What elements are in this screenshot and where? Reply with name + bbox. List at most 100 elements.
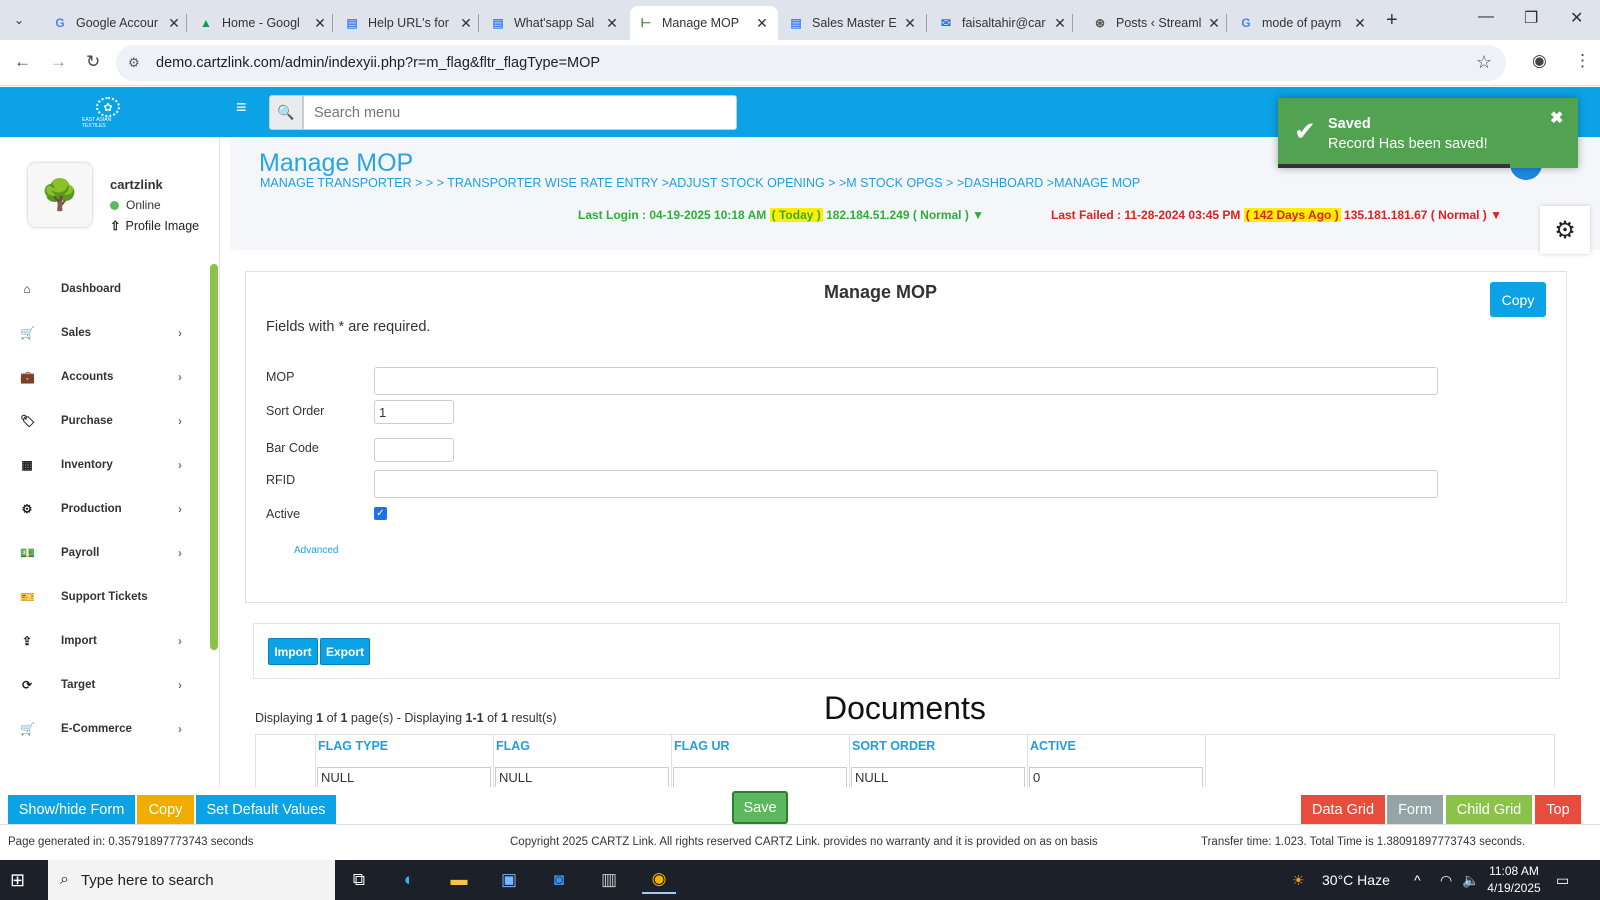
store-icon[interactable]: ▣ bbox=[492, 866, 526, 894]
sidebar-item-payroll[interactable]: 💵 Payroll › bbox=[0, 531, 200, 575]
close-tab-icon[interactable]: ✕ bbox=[604, 15, 620, 32]
sidebar-item-production[interactable]: ⚙ Production › bbox=[0, 487, 200, 531]
close-tab-icon[interactable]: ✕ bbox=[312, 15, 328, 32]
app-logo[interactable]: ✿ EAST ASIAN TEXTILES bbox=[82, 97, 134, 129]
volume-icon[interactable]: 🔈 bbox=[1462, 872, 1479, 889]
tray-chevron-icon[interactable]: ^ bbox=[1414, 872, 1421, 888]
data-grid-button[interactable]: Data Grid bbox=[1301, 795, 1385, 825]
address-bar-row: ← → ↻ ⚙ demo.cartzlink.com/admin/indexyi… bbox=[0, 40, 1600, 86]
weather-text[interactable]: 30°C Haze bbox=[1322, 872, 1390, 888]
forward-icon[interactable]: → bbox=[50, 52, 67, 72]
copy-button[interactable]: Copy bbox=[1490, 282, 1546, 317]
active-checkbox[interactable]: ✓ bbox=[374, 507, 387, 520]
hamburger-menu-icon[interactable]: ≡ bbox=[236, 97, 247, 118]
tab-search-chevron-icon[interactable]: ⌄ bbox=[6, 8, 32, 32]
advanced-link[interactable]: Advanced bbox=[294, 545, 338, 556]
edge-icon[interactable]: ◐ bbox=[392, 866, 426, 894]
mop-input[interactable] bbox=[374, 367, 1438, 395]
filter-active[interactable]: 0 bbox=[1029, 767, 1203, 789]
reload-icon[interactable]: ↻ bbox=[86, 52, 100, 72]
browser-menu-icon[interactable]: ⋮ bbox=[1574, 51, 1591, 71]
minimize-icon[interactable]: — bbox=[1478, 8, 1494, 26]
wifi-icon[interactable]: ◠ bbox=[1440, 872, 1452, 889]
browser-tab[interactable]: ⊛ Posts ‹ Streaml ✕ bbox=[1084, 6, 1230, 40]
outlook-icon[interactable]: ◙ bbox=[542, 866, 576, 894]
sort-order-input[interactable] bbox=[374, 400, 454, 424]
browser-tab-active[interactable]: ⊢ Manage MOP ✕ bbox=[630, 6, 778, 40]
taskbar-search[interactable]: ⌕ Type here to search bbox=[48, 860, 335, 900]
bar-code-input[interactable] bbox=[374, 438, 454, 462]
form-title: Manage MOP bbox=[824, 282, 938, 302]
column-header-flag[interactable]: FLAG bbox=[496, 739, 530, 753]
close-tab-icon[interactable]: ✕ bbox=[1352, 15, 1368, 32]
sidebar-item-dashboard[interactable]: ⌂ Dashboard bbox=[0, 267, 200, 311]
sidebar-item-target[interactable]: ⟳ Target › bbox=[0, 663, 200, 707]
file-explorer-icon[interactable]: ▬ bbox=[442, 866, 476, 894]
sidebar-item-inventory[interactable]: ▦ Inventory › bbox=[0, 443, 200, 487]
browser-tab[interactable]: ▤ Sales Master E ✕ bbox=[780, 6, 926, 40]
sidebar-item-sales[interactable]: 🛒 Sales › bbox=[0, 311, 200, 355]
column-header-flag-type[interactable]: FLAG TYPE bbox=[318, 739, 388, 753]
save-button[interactable]: Save bbox=[732, 791, 788, 824]
bookmark-star-icon[interactable]: ☆ bbox=[1476, 52, 1492, 73]
vnc-icon[interactable]: ▥ bbox=[592, 866, 626, 894]
sidebar-scrollbar[interactable] bbox=[210, 264, 218, 650]
breadcrumb[interactable]: MANAGE TRANSPORTER > > > TRANSPORTER WIS… bbox=[260, 176, 1140, 190]
search-icon[interactable]: 🔍 bbox=[269, 95, 303, 130]
sidebar-item-purchase[interactable]: 🏷 Purchase › bbox=[0, 399, 200, 443]
browser-tab[interactable]: G mode of paym ✕ bbox=[1230, 6, 1376, 40]
child-grid-button[interactable]: Child Grid bbox=[1446, 795, 1532, 825]
sidebar-item-support-tickets[interactable]: 🎫 Support Tickets bbox=[0, 575, 200, 619]
url-bar[interactable]: ⚙ demo.cartzlink.com/admin/indexyii.php?… bbox=[116, 45, 1506, 81]
search-menu-input[interactable] bbox=[303, 95, 737, 130]
sidebar-item-accounts[interactable]: 💼 Accounts › bbox=[0, 355, 200, 399]
notifications-icon[interactable]: ▭ bbox=[1556, 872, 1569, 889]
browser-tab[interactable]: ▲ Home - Googl ✕ bbox=[190, 6, 336, 40]
column-header-flag-ur[interactable]: FLAG UR bbox=[674, 739, 730, 753]
close-tab-icon[interactable]: ✕ bbox=[1206, 15, 1222, 32]
site-info-icon[interactable]: ⚙ bbox=[128, 55, 140, 71]
column-header-active[interactable]: ACTIVE bbox=[1030, 739, 1076, 753]
settings-gear-icon[interactable]: ⚙ bbox=[1540, 206, 1590, 254]
chrome-icon[interactable]: ◉ bbox=[642, 866, 676, 894]
restore-icon[interactable]: ❐ bbox=[1524, 8, 1538, 28]
browser-tab[interactable]: ▤ What'sapp Sal ✕ bbox=[482, 6, 628, 40]
filter-flag[interactable]: NULL bbox=[495, 767, 669, 789]
new-tab-icon[interactable]: + bbox=[1386, 9, 1398, 32]
close-tab-icon[interactable]: ✕ bbox=[902, 15, 918, 32]
column-header-sort-order[interactable]: SORT ORDER bbox=[852, 739, 935, 753]
user-avatar[interactable]: 🌳 bbox=[28, 163, 92, 227]
rfid-input[interactable] bbox=[374, 470, 1438, 498]
close-tab-icon[interactable]: ✕ bbox=[458, 15, 474, 32]
profile-image-link[interactable]: ⇧ Profile Image bbox=[110, 218, 199, 234]
drive-icon: ▲ bbox=[200, 16, 212, 30]
import-button[interactable]: Import bbox=[268, 638, 318, 665]
top-button[interactable]: Top bbox=[1535, 795, 1581, 825]
profile-icon[interactable]: ◉ bbox=[1532, 51, 1547, 71]
windows-start-icon[interactable]: ⊞ bbox=[10, 870, 25, 891]
browser-tab[interactable]: ✉ faisaltahir@car ✕ bbox=[930, 6, 1076, 40]
copy-bottom-button[interactable]: Copy bbox=[137, 795, 194, 825]
filter-sort-order[interactable]: NULL bbox=[851, 767, 1025, 789]
set-default-values-button[interactable]: Set Default Values bbox=[196, 795, 336, 825]
filter-flag-ur[interactable] bbox=[673, 767, 847, 789]
close-tab-icon[interactable]: ✕ bbox=[754, 15, 770, 32]
show-hide-form-button[interactable]: Show/hide Form bbox=[8, 795, 135, 825]
close-window-icon[interactable]: ✕ bbox=[1570, 8, 1583, 28]
back-icon[interactable]: ← bbox=[14, 52, 31, 72]
documents-title: Documents bbox=[824, 690, 986, 726]
close-toast-icon[interactable]: ✖ bbox=[1550, 108, 1563, 128]
taskbar-clock[interactable]: 11:08 AM 4/19/2025 bbox=[1484, 863, 1544, 897]
close-tab-icon[interactable]: ✕ bbox=[1052, 15, 1068, 32]
browser-tab[interactable]: G Google Accour ✕ bbox=[44, 6, 190, 40]
form-button[interactable]: Form bbox=[1387, 795, 1443, 825]
close-tab-icon[interactable]: ✕ bbox=[166, 15, 182, 32]
export-button[interactable]: Export bbox=[320, 638, 370, 665]
documents-grid: FLAG TYPE FLAG FLAG UR SORT ORDER ACTIVE… bbox=[255, 734, 1555, 789]
sidebar-item-ecommerce[interactable]: 🛒 E-Commerce › bbox=[0, 707, 200, 751]
filter-flag-type[interactable]: NULL bbox=[317, 767, 491, 789]
sidebar: 🌳 cartzlink Online ⇧ Profile Image ⌂ Das… bbox=[0, 137, 220, 787]
browser-tab[interactable]: ▤ Help URL's for ✕ bbox=[336, 6, 482, 40]
sidebar-item-import[interactable]: ⇪ Import › bbox=[0, 619, 200, 663]
task-view-icon[interactable]: ⧉ bbox=[342, 866, 376, 894]
